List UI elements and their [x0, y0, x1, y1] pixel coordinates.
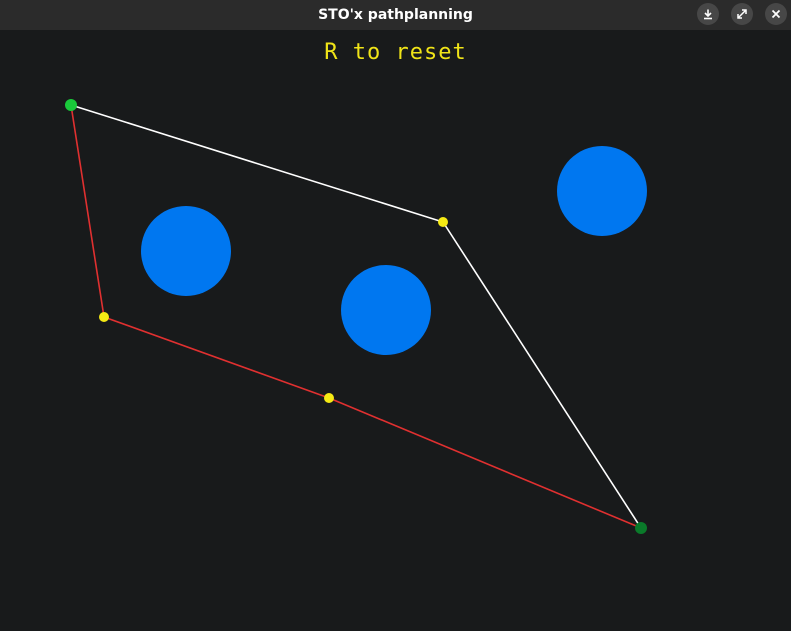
download-button[interactable]	[697, 3, 719, 25]
close-button[interactable]	[765, 3, 787, 25]
waypoint-node[interactable]	[99, 312, 109, 322]
maximize-button[interactable]	[731, 3, 753, 25]
waypoint-node[interactable]	[438, 217, 448, 227]
close-icon	[771, 9, 781, 19]
obstacle-circle	[341, 265, 431, 355]
scene-svg	[65, 99, 647, 534]
maximize-icon	[737, 9, 747, 19]
window-titlebar: STO'x pathplanning	[0, 0, 791, 30]
waypoint-node[interactable]	[324, 393, 334, 403]
reset-hint: R to reset	[324, 40, 467, 65]
window-title: STO'x pathplanning	[318, 7, 473, 23]
download-icon	[704, 9, 712, 20]
goal-node[interactable]	[635, 522, 647, 534]
pathplanning-canvas[interactable]: R to reset	[0, 30, 791, 631]
obstacle-circle	[557, 146, 647, 236]
start-node[interactable]	[65, 99, 77, 111]
obstacle-circle	[141, 206, 231, 296]
